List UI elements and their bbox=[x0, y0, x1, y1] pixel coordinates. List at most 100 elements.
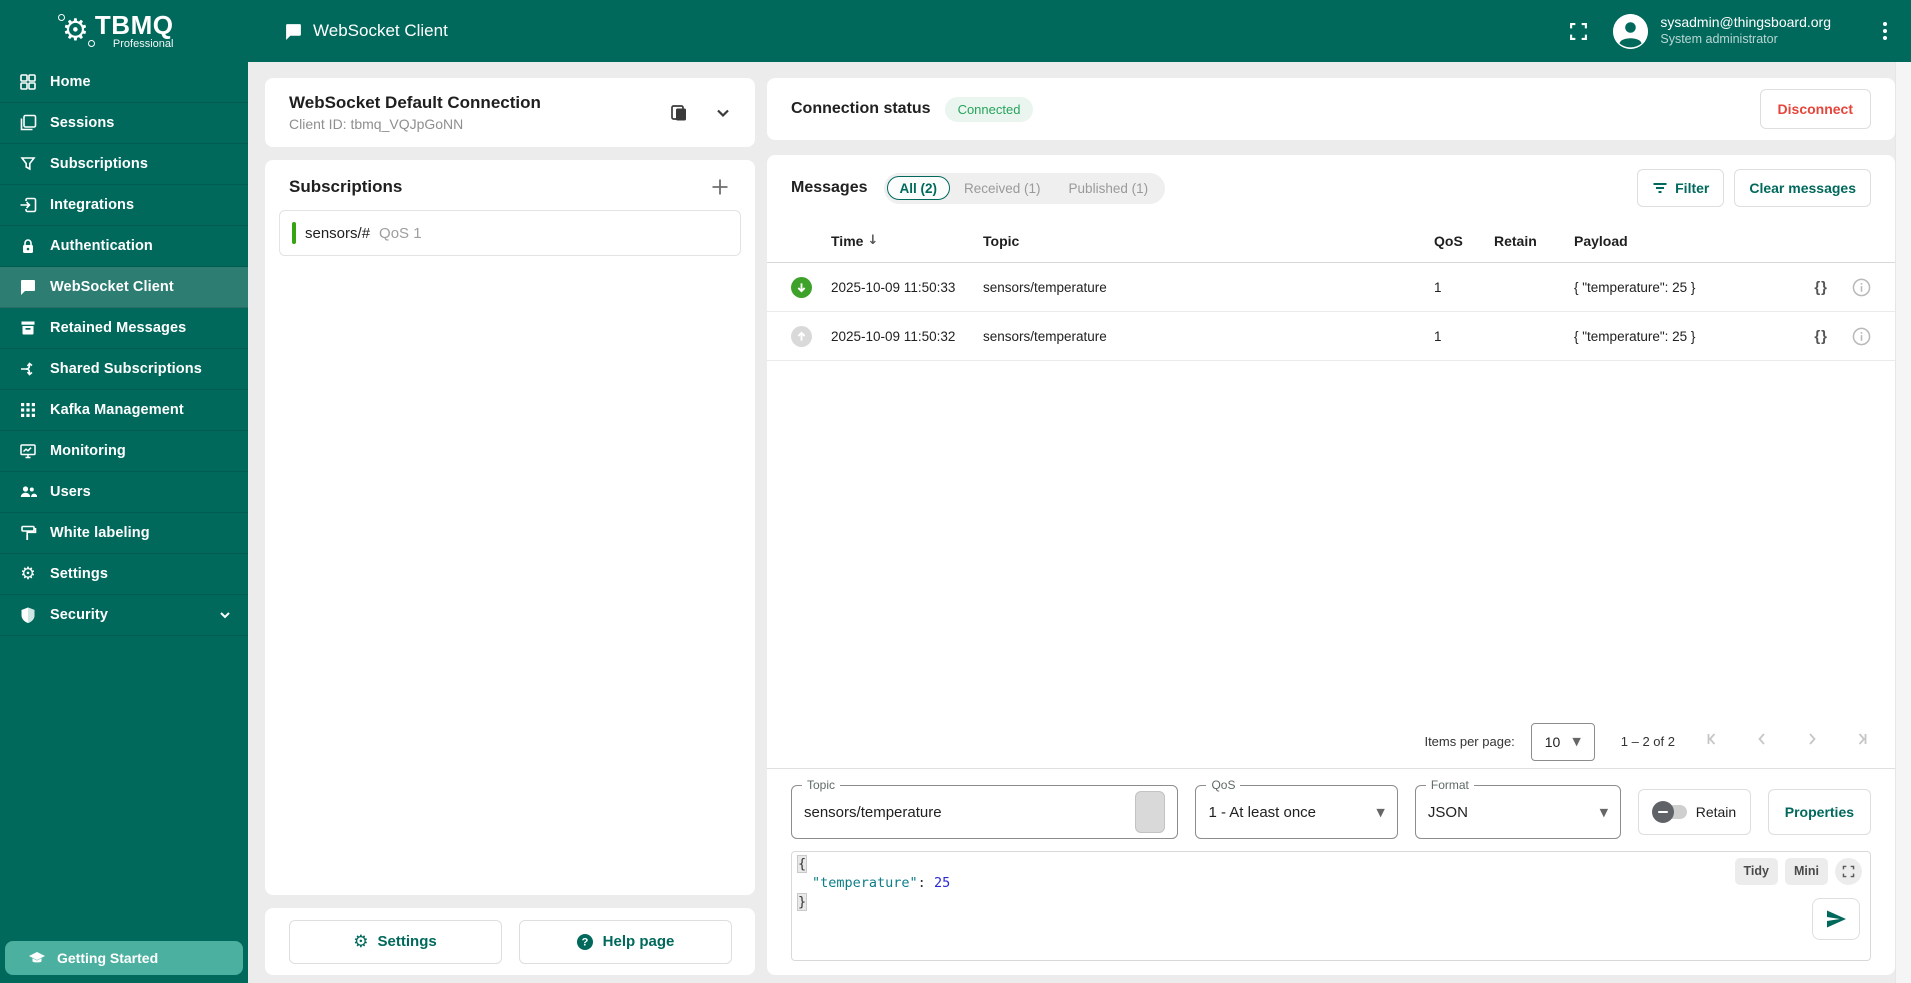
chevron-down-icon bbox=[218, 608, 232, 622]
split-icon bbox=[18, 359, 38, 379]
add-subscription-icon[interactable] bbox=[709, 176, 731, 198]
status-badge: Connected bbox=[944, 96, 1034, 122]
format-select[interactable]: Format JSON ▼ bbox=[1414, 778, 1622, 839]
table-row[interactable]: 2025-10-09 11:50:32 sensors/temperature … bbox=[767, 312, 1895, 361]
sidebar-item-home[interactable]: Home bbox=[0, 62, 248, 103]
tidy-button[interactable]: Tidy bbox=[1734, 858, 1778, 885]
qos-select-label: QoS bbox=[1206, 778, 1241, 792]
sidebar-item-subscriptions[interactable]: Subscriptions bbox=[0, 144, 248, 185]
sidebar-item-kafka-management[interactable]: Kafka Management bbox=[0, 390, 248, 431]
open-brace: { bbox=[796, 855, 808, 873]
json-braces-icon[interactable]: {} bbox=[1814, 279, 1828, 296]
more-vert-icon[interactable] bbox=[1873, 14, 1897, 48]
svg-text:?: ? bbox=[581, 936, 588, 948]
prev-page-icon[interactable] bbox=[1755, 732, 1769, 751]
subscription-item[interactable]: sensors/# QoS 1 bbox=[279, 210, 741, 256]
graduation-cap-icon bbox=[27, 948, 47, 968]
tbmq-logo-icon: ⚙ bbox=[58, 14, 95, 47]
editor-fullscreen-icon[interactable] bbox=[1835, 858, 1862, 885]
chevron-down-icon[interactable] bbox=[715, 105, 731, 121]
page-title: WebSocket Client bbox=[313, 21, 448, 40]
send-message-button[interactable] bbox=[1812, 898, 1860, 940]
main-content: WebSocket Default Connection Client ID: … bbox=[248, 62, 1895, 983]
archive-icon bbox=[18, 318, 38, 338]
column-time[interactable]: Time ↓ bbox=[831, 233, 983, 249]
column-qos: QoS bbox=[1434, 232, 1463, 249]
people-icon bbox=[18, 482, 38, 502]
info-icon[interactable] bbox=[1852, 278, 1871, 297]
clear-messages-button[interactable]: Clear messages bbox=[1734, 169, 1871, 207]
help-page-button[interactable]: ? Help page bbox=[518, 919, 732, 964]
format-select-label: Format bbox=[1425, 778, 1474, 792]
caret-down-icon: ▼ bbox=[1376, 805, 1385, 819]
sidebar-item-authentication[interactable]: Authentication bbox=[0, 226, 248, 267]
sidebar-item-websocket-client[interactable]: WebSocket Client bbox=[0, 267, 248, 308]
tab-published[interactable]: Published (1) bbox=[1055, 176, 1163, 201]
received-arrow-icon bbox=[791, 276, 812, 298]
topic-color-swatch[interactable] bbox=[1135, 791, 1166, 833]
getting-started-button[interactable]: Getting Started bbox=[5, 941, 243, 975]
info-icon[interactable] bbox=[1852, 327, 1871, 346]
tab-all[interactable]: All (2) bbox=[886, 176, 951, 200]
user-info[interactable]: sysadmin@thingsboard.org System administ… bbox=[1660, 14, 1831, 47]
retain-toggle[interactable]: Retain bbox=[1638, 789, 1751, 835]
user-email: sysadmin@thingsboard.org bbox=[1660, 14, 1831, 31]
scrollbar-track[interactable] bbox=[1895, 62, 1911, 983]
lock-icon bbox=[18, 236, 38, 256]
page-title-wrap: WebSocket Client bbox=[284, 21, 448, 41]
disconnect-button[interactable]: Disconnect bbox=[1759, 89, 1871, 129]
pagination-range: 1 – 2 of 2 bbox=[1620, 734, 1675, 749]
help-icon: ? bbox=[576, 933, 594, 951]
user-role: System administrator bbox=[1660, 31, 1778, 46]
subscription-topic: sensors/# bbox=[305, 224, 371, 242]
sidebar-item-security[interactable]: Security bbox=[0, 595, 248, 636]
qos-select[interactable]: QoS 1 - At least once ▼ bbox=[1195, 778, 1398, 839]
messages-table: Time ↓ Topic QoS Retain Payload 2025-10-… bbox=[767, 219, 1895, 361]
logo[interactable]: ⚙ TBMQ Professional bbox=[0, 12, 248, 50]
toggle-track bbox=[1651, 801, 1687, 823]
sidebar-item-shared-subscriptions[interactable]: Shared Subscriptions bbox=[0, 349, 248, 390]
column-topic: Topic bbox=[983, 232, 1020, 249]
topic-field: Topic bbox=[791, 778, 1179, 839]
monitor-icon bbox=[18, 441, 38, 461]
mini-button[interactable]: Mini bbox=[1785, 858, 1828, 885]
sidebar-item-monitoring[interactable]: Monitoring bbox=[0, 431, 248, 472]
sidebar-item-users[interactable]: Users bbox=[0, 472, 248, 513]
copy-icon[interactable] bbox=[669, 103, 689, 123]
sidebar-item-sessions[interactable]: Sessions bbox=[0, 103, 248, 144]
sidebar-item-settings[interactable]: ⚙ Settings bbox=[0, 554, 248, 595]
pagination: Items per page: 10 ▼ 1 – 2 of 2 bbox=[767, 715, 1895, 769]
next-page-icon[interactable] bbox=[1805, 732, 1819, 751]
subscription-qos: QoS 1 bbox=[379, 224, 422, 242]
toggle-knob bbox=[1651, 801, 1674, 823]
retain-label: Retain bbox=[1695, 804, 1737, 820]
funnel-icon bbox=[18, 154, 38, 174]
filter-button[interactable]: Filter bbox=[1637, 169, 1725, 207]
column-payload: Payload bbox=[1574, 232, 1628, 249]
table-row[interactable]: 2025-10-09 11:50:33 sensors/temperature … bbox=[767, 263, 1895, 312]
avatar[interactable] bbox=[1613, 13, 1649, 49]
last-page-icon[interactable] bbox=[1855, 732, 1869, 751]
items-per-page-select[interactable]: 10 ▼ bbox=[1530, 722, 1595, 761]
dashboard-icon bbox=[18, 72, 38, 92]
sort-desc-icon: ↓ bbox=[867, 233, 879, 248]
json-braces-icon[interactable]: {} bbox=[1814, 328, 1828, 345]
chat-icon bbox=[18, 277, 38, 297]
gear-icon: ⚙ bbox=[20, 564, 36, 584]
properties-button[interactable]: Properties bbox=[1767, 789, 1872, 835]
sidebar-item-retained-messages[interactable]: Retained Messages bbox=[0, 308, 248, 349]
sidebar-item-white-labeling[interactable]: White labeling bbox=[0, 513, 248, 554]
logo-title: TBMQ bbox=[94, 10, 174, 40]
connection-status-card: Connection status Connected Disconnect bbox=[767, 78, 1895, 140]
topic-input[interactable] bbox=[804, 803, 1136, 821]
settings-button[interactable]: ⚙ Settings bbox=[288, 919, 502, 964]
sidebar-item-integrations[interactable]: Integrations bbox=[0, 185, 248, 226]
connection-status-title: Connection status bbox=[791, 100, 931, 117]
fullscreen-icon[interactable] bbox=[1561, 14, 1595, 48]
first-page-icon[interactable] bbox=[1705, 732, 1719, 751]
publish-form: Topic QoS 1 - At least once ▼ Format JSO… bbox=[767, 769, 1895, 849]
tab-received[interactable]: Received (1) bbox=[950, 176, 1055, 201]
payload-editor[interactable]: { "temperature": 25 } Tidy Mini bbox=[791, 851, 1871, 961]
close-brace: } bbox=[796, 893, 808, 911]
messages-tab-group: All (2) Received (1) Published (1) bbox=[883, 172, 1166, 204]
